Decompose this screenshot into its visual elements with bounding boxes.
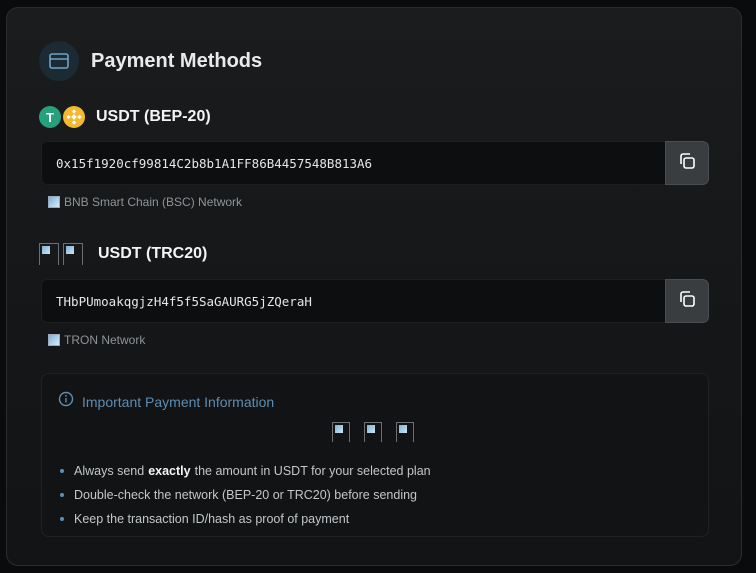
list-item: Keep the transaction ID/hash as proof of…	[60, 507, 431, 531]
info-icon	[58, 391, 74, 412]
info-header: Important Payment Information	[58, 391, 274, 412]
payment-methods-card: Payment Methods T USDT (BEP-20) 0x15f192…	[6, 7, 742, 566]
bullet-dot	[60, 517, 64, 521]
wallet-address-trc20[interactable]: THbPUmoakqgjzH4f5f5SaGAURG5jZQeraH	[41, 279, 665, 323]
bullet-dot	[60, 493, 64, 497]
copy-icon	[678, 152, 696, 175]
broken-image-icon	[39, 243, 59, 265]
network-note-bep20: BNB Smart Chain (BSC) Network	[48, 195, 242, 209]
address-row-bep20: 0x15f1920cf99814C2b8b1A1FF86B4457548B813…	[41, 141, 709, 185]
bnb-icon	[63, 106, 85, 128]
info-bullet-list: Always send exactly the amount in USDT f…	[60, 459, 431, 531]
list-item: Always send exactly the amount in USDT f…	[60, 459, 431, 483]
network-image-icon	[48, 196, 60, 208]
broken-image-icon	[364, 422, 382, 442]
info-title: Important Payment Information	[82, 393, 275, 410]
credit-card-icon	[39, 41, 79, 81]
broken-image-icon	[332, 422, 350, 442]
copy-address-button[interactable]	[665, 141, 709, 185]
method-trc20-header: USDT (TRC20)	[39, 242, 207, 266]
network-image-icon	[48, 334, 60, 346]
wallet-address-bep20[interactable]: 0x15f1920cf99814C2b8b1A1FF86B4457548B813…	[41, 141, 665, 185]
payment-info-box: Important Payment Information Always sen…	[41, 373, 709, 537]
network-note-trc20: TRON Network	[48, 333, 145, 347]
copy-address-button[interactable]	[665, 279, 709, 323]
bullet-dot	[60, 469, 64, 473]
tether-icon: T	[39, 106, 61, 128]
info-images	[332, 422, 428, 442]
broken-image-icon	[63, 243, 83, 265]
method-label: USDT (TRC20)	[98, 245, 208, 262]
copy-icon	[678, 290, 696, 313]
method-label: USDT (BEP-20)	[96, 108, 211, 125]
address-row-trc20: THbPUmoakqgjzH4f5f5SaGAURG5jZQeraH	[41, 279, 709, 323]
list-item: Double-check the network (BEP-20 or TRC2…	[60, 483, 431, 507]
page-title: Payment Methods	[91, 49, 263, 72]
broken-image-icon	[396, 422, 414, 442]
method-bep20-header: T USDT (BEP-20)	[39, 105, 211, 129]
card-header: Payment Methods	[39, 41, 262, 81]
